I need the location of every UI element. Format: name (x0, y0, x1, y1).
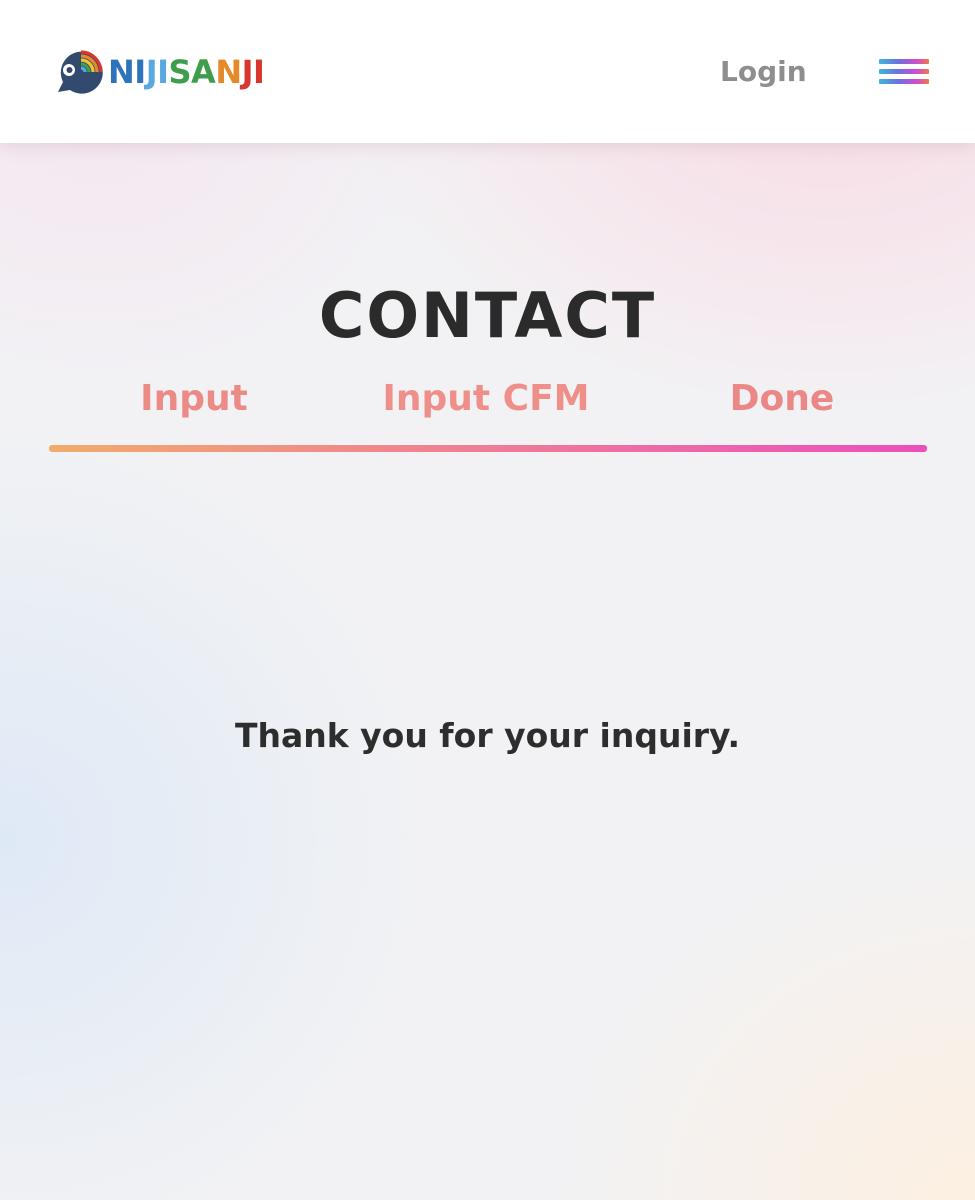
logo-letter: A (191, 53, 216, 91)
menu-line (879, 59, 929, 64)
logo-letter: N (108, 53, 135, 91)
page-background (0, 0, 975, 1200)
hamburger-menu-icon[interactable] (879, 59, 931, 87)
menu-line (879, 69, 929, 74)
step-input-confirm: Input CFM (382, 378, 590, 419)
logo-letter: I (157, 53, 169, 91)
step-done: Done (729, 378, 835, 419)
login-link[interactable]: Login (720, 52, 807, 92)
logo-letter: N (215, 53, 242, 91)
logo-letter: J (145, 53, 158, 91)
page-title: CONTACT (318, 278, 657, 352)
logo-letter: I (134, 53, 146, 91)
logo-wordmark: N I J I S A N J I (108, 46, 265, 98)
site-header: N I J I S A N J I Login (0, 0, 975, 143)
step-input: Input (140, 378, 248, 419)
speech-bubble-rainbow-icon (58, 50, 103, 94)
menu-line (879, 79, 929, 84)
logo-letter: I (253, 53, 265, 91)
logo-letter: S (168, 53, 192, 91)
progress-steps: Input Input CFM Done (49, 374, 927, 454)
logo-letter: J (241, 53, 254, 91)
site-logo[interactable]: N I J I S A N J I (54, 46, 265, 98)
progress-bar (49, 445, 927, 452)
thank-you-message: Thank you for your inquiry. (234, 716, 741, 755)
